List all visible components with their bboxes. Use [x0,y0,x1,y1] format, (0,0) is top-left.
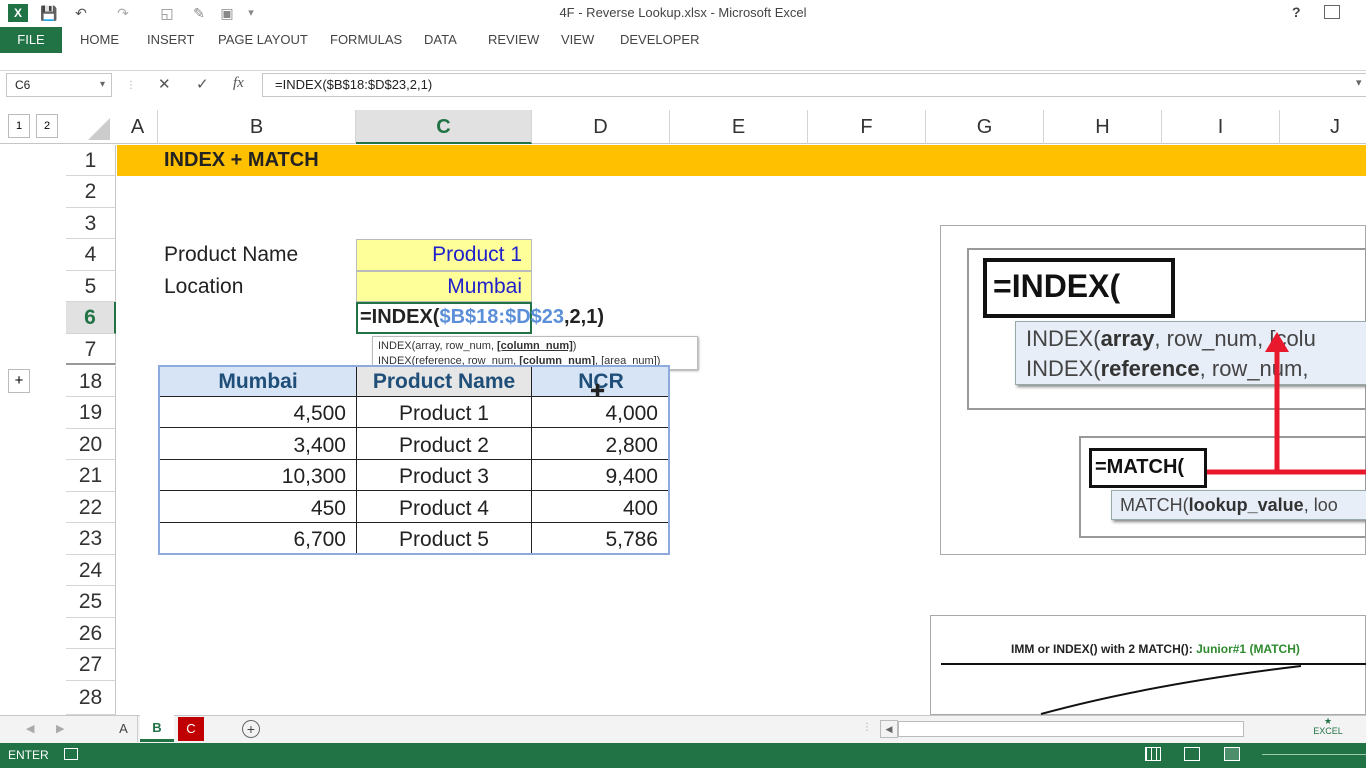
caption-a: IMM or INDEX() with 2 MATCH(): [1011,642,1197,656]
column-header-j[interactable]: J [1280,110,1366,144]
sheet-tab-c[interactable]: C [178,717,204,741]
more-icon: ⋮ [126,80,136,91]
ribbon-display-options-icon[interactable] [1324,5,1340,19]
sheet-tab-b[interactable]: B [140,715,174,742]
insert-function-icon[interactable]: fx [233,75,244,92]
page-break-view-icon[interactable] [1224,747,1240,761]
macro-record-icon[interactable] [64,748,78,760]
column-header-d[interactable]: D [532,110,670,144]
help-icon[interactable]: ? [1292,4,1301,20]
chevron-down-icon[interactable]: ▾ [100,74,105,96]
status-bar [0,743,1366,768]
sheet-title: INDEX + MATCH [164,149,319,171]
tooltip-line-1: INDEX(array, row_num, [column_num]) [378,339,692,354]
column-header-f[interactable]: F [808,110,926,144]
add-sheet-button[interactable]: + [242,720,260,738]
location-value: Mumbai [447,275,522,298]
enter-check-icon[interactable]: ✓ [196,75,209,93]
normal-view-icon[interactable] [1145,747,1161,761]
page-layout-view-icon[interactable] [1184,747,1200,761]
move-cursor-icon: ✚ [590,381,606,401]
row-header-18[interactable]: 18 [66,366,116,397]
cell-edit-formula[interactable]: =INDEX($B$18:$D$23,2,1) [360,306,604,329]
curve-line [1040,665,1302,715]
row-header-27[interactable]: 27 [66,649,116,681]
row-header-21[interactable]: 21 [66,460,116,492]
row-header-24[interactable]: 24 [66,555,116,586]
row-header-1[interactable]: 1 [66,145,116,176]
window-title: 4F - Reverse Lookup.xlsx - Microsoft Exc… [559,5,807,20]
formula-input[interactable]: =INDEX($B$18:$D$23,2,1) [262,73,1366,97]
outline-level-1-button[interactable]: 1 [8,114,30,138]
row-header-22[interactable]: 22 [66,492,116,523]
name-box-value: C6 [15,78,31,92]
row-header-23[interactable]: 23 [66,523,116,555]
row-header-28[interactable]: 28 [66,681,116,715]
tab-developer[interactable]: DEVELOPER [620,26,699,54]
expand-group-button[interactable]: + [8,369,30,393]
column-header-i[interactable]: I [1162,110,1280,144]
row-header-25[interactable]: 25 [66,586,116,618]
formula-range-ref: $B$18:$D$23 [439,306,564,328]
tab-insert[interactable]: INSERT [147,26,194,54]
tab-file[interactable]: FILE [0,27,62,53]
row-header-26[interactable]: 26 [66,618,116,649]
column-header-b[interactable]: B [158,110,356,144]
row-header-3[interactable]: 3 [66,208,116,239]
name-box[interactable]: C6 ▾ [6,73,112,97]
horizontal-scrollbar-thumb[interactable] [898,721,1244,737]
hscroll-left-icon[interactable]: ◀ [880,720,898,738]
scroll-right-icon[interactable]: ▶ [56,722,64,735]
embedded-picture-index-match[interactable]: =INDEX( INDEX(array, row_num, [colu INDE… [940,225,1366,555]
location-label: Location [164,275,244,298]
tab-formulas[interactable]: FORMULAS [330,26,402,54]
tab-data[interactable]: DATA [424,26,457,54]
column-header-e[interactable]: E [670,110,808,144]
status-mode: ENTER [8,748,49,762]
column-header-h[interactable]: H [1044,110,1162,144]
caption-b: Junior#1 (MATCH) [1196,642,1300,656]
tooltip-1c: ) [572,340,577,352]
cancel-icon[interactable]: ✕ [158,75,171,93]
row-header-6[interactable]: 6 [66,302,116,334]
embedded-picture-imm[interactable]: IMM or INDEX() with 2 MATCH(): Junior#1 … [930,615,1366,715]
more-icon: ⋮ [862,722,872,733]
row-header-19[interactable]: 19 [66,397,116,429]
logo-text: EXCEL [1313,726,1343,736]
row-header-4[interactable]: 4 [66,239,116,271]
column-header-c[interactable]: C [356,110,532,144]
picture-caption: IMM or INDEX() with 2 MATCH(): Junior#1 … [1011,642,1300,656]
formula-prefix: =INDEX( [360,306,440,328]
product-value: Product 1 [432,243,522,266]
tab-page-layout[interactable]: PAGE LAYOUT [218,26,308,54]
expand-formula-bar-icon[interactable]: ▾ [1356,76,1362,89]
tooltip-1a: INDEX(array, row_num, [378,340,497,352]
tab-view[interactable]: VIEW [561,26,594,54]
row-header-7[interactable]: 7 [66,334,116,365]
product-name-label: Product Name [164,243,299,266]
formula-suffix: ,2,1) [564,306,605,328]
row-header-5[interactable]: 5 [66,271,116,302]
red-arrow-icon [1207,332,1366,475]
row-header-2[interactable]: 2 [66,176,116,208]
column-header-g[interactable]: G [926,110,1044,144]
select-all-corner[interactable] [88,118,110,140]
row-header-20[interactable]: 20 [66,429,116,460]
outline-level-2-button[interactable]: 2 [36,114,58,138]
tab-home[interactable]: HOME [80,26,119,54]
tooltip-1b[interactable]: [column_num] [497,340,573,352]
tab-review[interactable]: REVIEW [488,26,539,54]
sheet-tab-a[interactable]: A [110,716,138,742]
column-header-a[interactable]: A [118,110,158,144]
zoom-slider[interactable] [1262,754,1366,755]
excel-logo-watermark: ★ EXCEL [1313,716,1343,736]
scroll-left-icon[interactable]: ◀ [26,722,34,735]
